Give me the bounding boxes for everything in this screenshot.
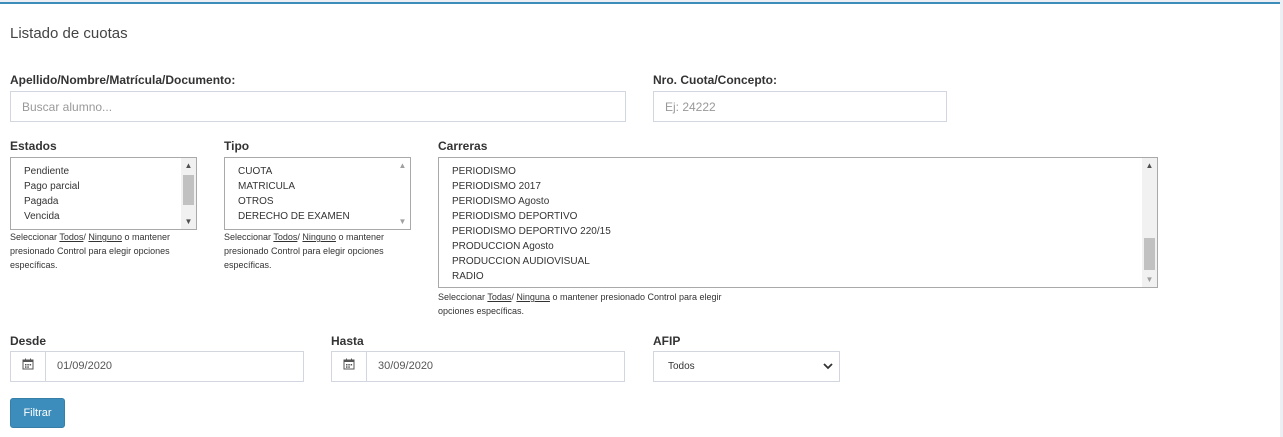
scroll-up-icon[interactable]: ▲ (1142, 158, 1157, 173)
scroll-up-icon[interactable]: ▲ (395, 158, 410, 173)
scroll-thumb[interactable] (1144, 238, 1155, 270)
afip-label: AFIP (653, 334, 681, 348)
search-label: Apellido/Nombre/Matrícula/Documento: (10, 73, 236, 87)
carreras-option[interactable]: RADIO (452, 269, 611, 284)
scroll-down-icon[interactable]: ▼ (395, 214, 410, 229)
chevron-down-icon (823, 352, 833, 381)
estados-option[interactable]: Pagada (24, 194, 80, 209)
carreras-option[interactable]: PERIODISMO 2017 (452, 179, 611, 194)
estados-option[interactable]: Pendiente (24, 164, 80, 179)
afip-selected-value: Todos (668, 361, 695, 372)
estados-select-all-link[interactable]: Todos (59, 232, 83, 242)
tipo-label: Tipo (224, 139, 250, 153)
carreras-option[interactable]: PERIODISMO DEPORTIVO 220/15 (452, 224, 611, 239)
carreras-help: Seleccionar Todas/ Ninguna o mantener pr… (438, 292, 722, 316)
scroll-down-icon[interactable]: ▼ (181, 214, 196, 229)
carreras-select-none-link[interactable]: Ninguna (516, 292, 550, 302)
tipo-option[interactable]: DERECHO DE EXAMEN (238, 209, 350, 224)
search-input[interactable] (10, 91, 626, 122)
estados-listbox[interactable]: Pendiente Pago parcial Pagada Vencida ▲ … (10, 157, 197, 230)
desde-date-field[interactable]: 01/09/2020 (10, 351, 304, 382)
estados-option[interactable]: Vencida (24, 209, 80, 224)
tipo-listbox[interactable]: CUOTA MATRICULA OTROS DERECHO DE EXAMEN … (224, 157, 411, 230)
carreras-option[interactable]: PERIODISMO Agosto (452, 194, 611, 209)
filter-panel: Listado de cuotas Apellido/Nombre/Matríc… (0, 2, 1280, 437)
concepto-label: Nro. Cuota/Concepto: (653, 73, 777, 87)
carreras-option[interactable]: PERIODISMO DEPORTIVO (452, 209, 611, 224)
scroll-down-icon[interactable]: ▼ (1142, 272, 1157, 287)
estados-help: Seleccionar Todos/ Ninguno o mantener pre… (10, 232, 170, 270)
filter-button[interactable]: Filtrar (10, 398, 65, 428)
afip-select[interactable]: Todos (653, 351, 840, 382)
hasta-label: Hasta (331, 334, 364, 348)
page-title: Listado de cuotas (10, 25, 128, 42)
carreras-scrollbar[interactable]: ▲ ▼ (1142, 158, 1157, 287)
estados-option[interactable]: Pago parcial (24, 179, 80, 194)
carreras-listbox[interactable]: PERIODISMO PERIODISMO 2017 PERIODISMO Ag… (438, 157, 1158, 288)
scroll-up-icon[interactable]: ▲ (181, 158, 196, 173)
concepto-input[interactable] (653, 91, 947, 122)
hasta-date-field[interactable]: 30/09/2020 (331, 351, 625, 382)
desde-value[interactable]: 01/09/2020 (57, 352, 112, 381)
tipo-scrollbar[interactable]: ▲ ▼ (395, 158, 410, 229)
carreras-option[interactable]: PRODUCCION AUDIOVISUAL (452, 254, 611, 269)
estados-label: Estados (10, 139, 57, 153)
calendar-icon (11, 352, 46, 381)
scroll-thumb[interactable] (183, 175, 194, 205)
tipo-select-all-link[interactable]: Todos (273, 232, 297, 242)
estados-scrollbar[interactable]: ▲ ▼ (181, 158, 196, 229)
hasta-value[interactable]: 30/09/2020 (378, 352, 433, 381)
carreras-select-all-link[interactable]: Todas (487, 292, 511, 302)
carreras-option[interactable]: PERIODISMO (452, 164, 611, 179)
tipo-option[interactable]: OTROS (238, 194, 350, 209)
tipo-select-none-link[interactable]: Ninguno (302, 232, 336, 242)
carreras-label: Carreras (438, 139, 488, 153)
tipo-option[interactable]: CUOTA (238, 164, 350, 179)
estados-select-none-link[interactable]: Ninguno (88, 232, 122, 242)
desde-label: Desde (10, 334, 47, 348)
tipo-option[interactable]: MATRICULA (238, 179, 350, 194)
calendar-icon (332, 352, 367, 381)
carreras-option[interactable]: PRODUCCION Agosto (452, 239, 611, 254)
tipo-help: Seleccionar Todos/ Ninguno o mantener pre… (224, 232, 384, 270)
